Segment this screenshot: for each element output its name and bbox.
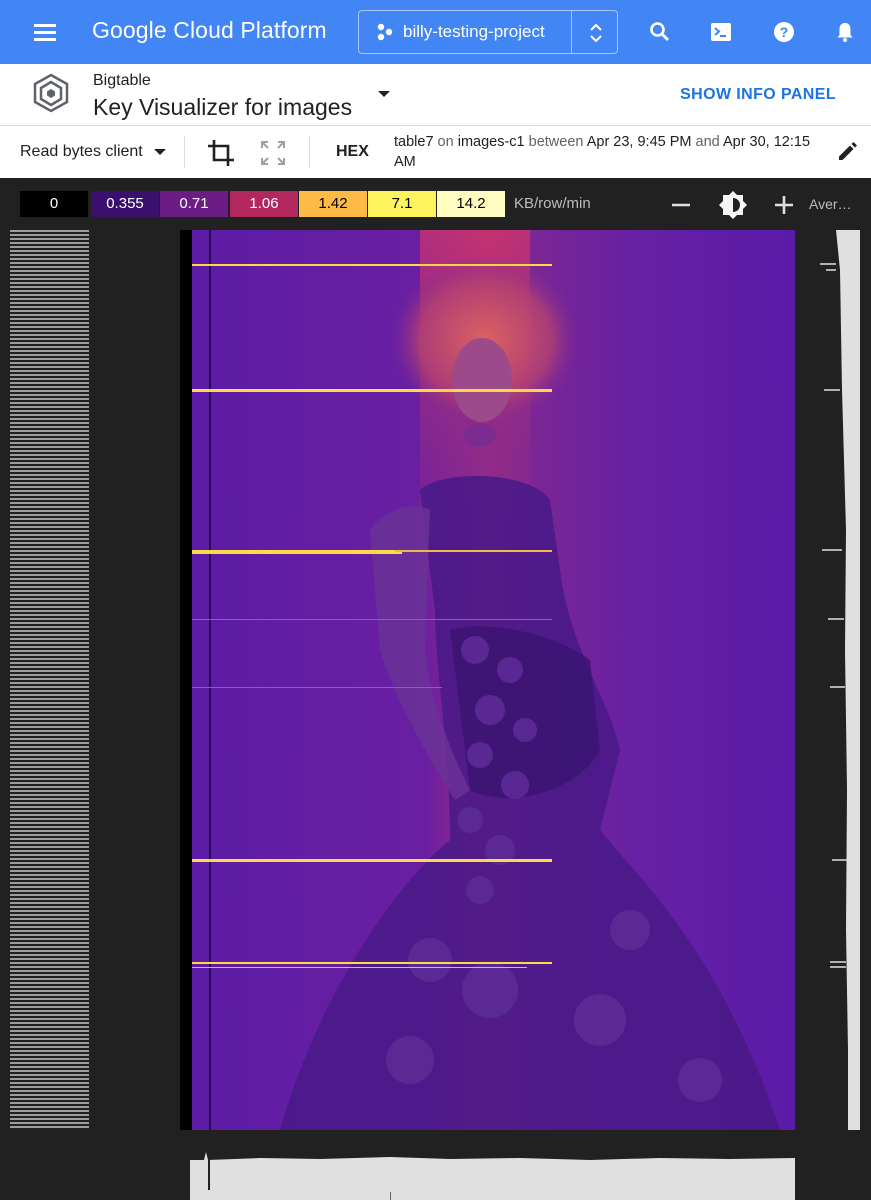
row-key-axis[interactable] <box>10 230 89 1128</box>
scope-description: table7 on images-c1 between Apr 23, 9:45… <box>394 134 811 170</box>
row-aggregate-chart[interactable] <box>818 230 860 1130</box>
scale-swatch: 14.2 <box>437 191 505 217</box>
time-aggregate-chart[interactable] <box>190 1150 795 1200</box>
metric-dropdown-icon[interactable] <box>154 149 166 155</box>
crop-icon[interactable] <box>206 138 236 168</box>
project-selector[interactable]: billy-testing-project <box>358 10 618 54</box>
cold-column <box>180 230 192 1130</box>
aggregation-selector[interactable]: Aver… <box>809 196 852 212</box>
fullscreen-icon[interactable] <box>260 140 286 166</box>
scale-swatch: 7.1 <box>368 191 436 217</box>
scale-swatch: 1.06 <box>230 191 298 217</box>
heatmap[interactable] <box>180 230 795 1130</box>
hex-toggle-button[interactable]: HEX <box>336 143 369 161</box>
product-header: Bigtable Key Visualizer for images SHOW … <box>0 64 871 126</box>
notifications-icon[interactable] <box>833 20 857 44</box>
plus-icon[interactable] <box>771 192 797 218</box>
brightness-icon[interactable] <box>718 190 748 220</box>
metric-selector[interactable]: Read bytes client <box>20 143 143 161</box>
scale-swatch: 0.71 <box>160 191 228 217</box>
cloud-shell-icon[interactable] <box>709 20 733 44</box>
help-icon[interactable]: ? <box>772 20 796 44</box>
search-icon[interactable] <box>648 20 672 44</box>
bigtable-logo-icon <box>33 73 69 113</box>
chevron-down-icon[interactable] <box>378 91 390 97</box>
color-scale-bar: 0 0.355 0.71 1.06 1.42 7.1 14.2 KB/row/min Ave… <box>0 178 871 230</box>
scale-swatch: 0.355 <box>91 191 159 217</box>
unfold-icon[interactable] <box>585 21 607 45</box>
product-name: Bigtable <box>93 72 151 89</box>
top-app-bar: Google Cloud Platform billy-testing-proj… <box>0 0 871 64</box>
project-dots-icon <box>377 23 393 41</box>
edit-icon[interactable] <box>836 141 858 163</box>
heatmap-canvas[interactable] <box>180 230 795 1130</box>
page-title[interactable]: Key Visualizer for images <box>93 94 352 121</box>
svg-text:?: ? <box>780 24 789 40</box>
scale-swatch: 1.42 <box>299 191 367 217</box>
project-name: billy-testing-project <box>403 22 545 41</box>
minus-icon[interactable] <box>668 192 694 218</box>
scale-swatch: 0 <box>20 191 88 217</box>
menu-icon[interactable] <box>30 18 60 46</box>
scale-unit: KB/row/min <box>514 195 591 212</box>
visualizer-toolbar: Read bytes client HEX table7 on images-c… <box>0 126 871 178</box>
gcp-brand[interactable]: Google Cloud Platform <box>92 17 327 44</box>
show-info-panel-button[interactable]: SHOW INFO PANEL <box>680 86 836 104</box>
